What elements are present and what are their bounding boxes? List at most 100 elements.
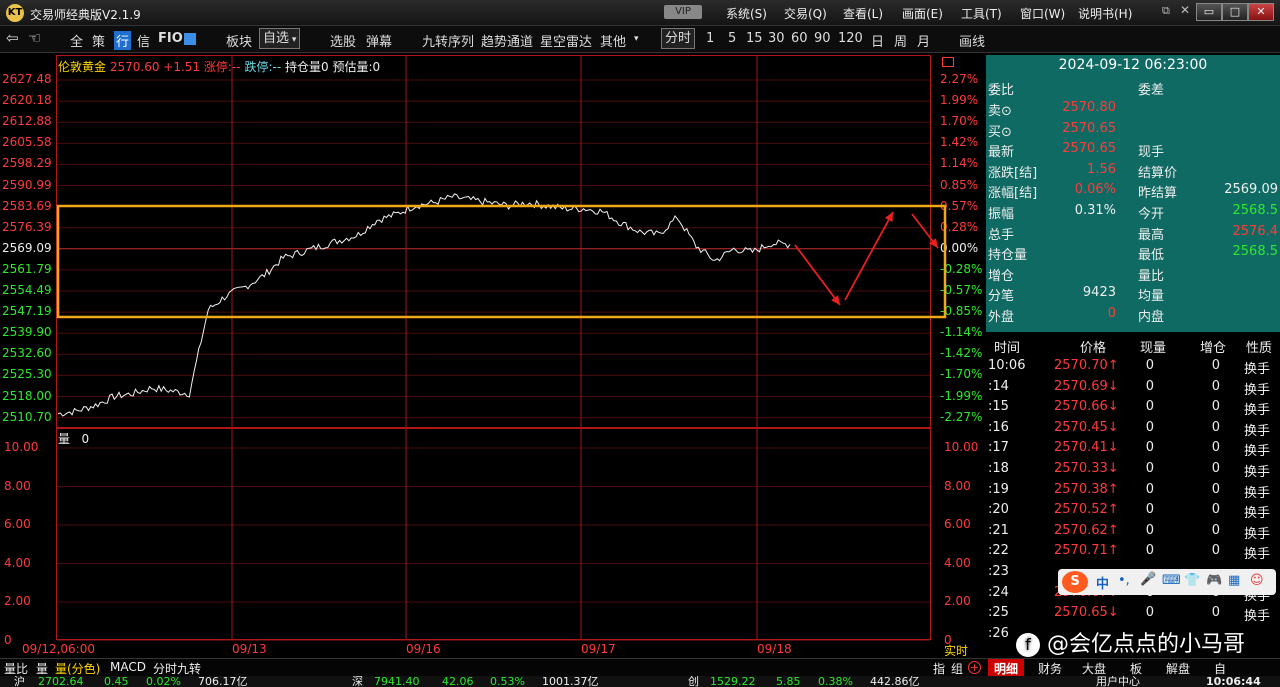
trade-cell-t: :19	[988, 481, 1009, 497]
quote-row: 分笔 9423 均量	[986, 285, 1280, 305]
quote-value: 1.56	[1087, 161, 1116, 177]
trade-cell-q: 0	[1145, 543, 1154, 559]
quote-key: 外盘	[988, 310, 1015, 325]
quote-key: 涨跌[结]	[988, 165, 1038, 181]
quote-value: 0.31%	[1074, 203, 1116, 218]
tab-volume[interactable]: 量	[36, 660, 48, 677]
trade-cell-t: :18	[988, 461, 1009, 476]
punct-icon[interactable]: •,	[1118, 573, 1130, 588]
trade-row: :17 2570.41↓ 0 0 换手	[986, 440, 1280, 460]
indicator-button[interactable]: 指	[933, 660, 945, 677]
trade-cell-z: 0	[1211, 378, 1220, 394]
watermark-logo-icon: f	[1016, 633, 1040, 657]
quote-key-2: 内盘	[1138, 310, 1165, 325]
tab-market[interactable]: 大盘	[1082, 660, 1106, 677]
bottom-tabs: 量比 量 量(分色) MACD 分时九转 指 组 + 明细 财务 大盘 板 解盘…	[0, 658, 1280, 676]
tab-analysis[interactable]: 解盘	[1166, 660, 1190, 677]
annotation-arrow-down-head	[831, 295, 840, 305]
tab-nine-turn[interactable]: 分时九转	[153, 660, 201, 677]
quote-key: 振幅	[988, 207, 1015, 222]
quote-value-2: 2569.09	[1224, 182, 1278, 198]
trade-row: :15 2570.66↓ 0 0 换手	[986, 399, 1280, 419]
trade-cell-t: :22	[988, 543, 1009, 559]
trade-cell-p: 2570.65↓	[1054, 605, 1119, 621]
sogou-logo-icon[interactable]: S	[1062, 571, 1088, 593]
quote-key: 分笔	[988, 289, 1015, 305]
game-icon[interactable]: 🎮	[1206, 573, 1222, 588]
trade-cell-p: 2570.45↓	[1054, 419, 1119, 435]
quote-key-2: 最低	[1138, 248, 1165, 264]
trade-cell-x: 换手	[1244, 423, 1271, 439]
trade-cell-z: 0	[1211, 461, 1220, 476]
quote-key: 买⊙	[988, 124, 1012, 140]
trade-cell-z: 0	[1211, 399, 1220, 415]
trade-cell-x: 换手	[1244, 362, 1271, 377]
tab-macd[interactable]: MACD	[110, 660, 146, 674]
trade-cell-p: 2570.70↑	[1054, 358, 1119, 373]
user-center-link[interactable]: 用户中心	[1096, 676, 1140, 687]
ime-mode[interactable]: 中	[1096, 573, 1109, 592]
trade-cell-z: 0	[1211, 502, 1220, 518]
quote-key-2: 昨结算	[1138, 186, 1178, 202]
trade-cell-t: :24	[988, 584, 1009, 600]
trade-row: 10:06 2570.70↑ 0 0 换手	[986, 358, 1280, 378]
quote-row: 涨跌[结] 1.56 结算价	[986, 162, 1280, 182]
mic-icon[interactable]: 🎤	[1140, 572, 1156, 587]
tab-detail[interactable]: 明细	[988, 659, 1025, 676]
bid-diff-label: 委差	[1138, 83, 1165, 98]
trades-header-cell: 价格	[1080, 341, 1107, 356]
quote-row: 持仓量 最低 2568.5	[986, 244, 1280, 264]
trade-row: :21 2570.62↑ 0 0 换手	[986, 523, 1280, 543]
quote-datetime: 2024-09-12 06:23:00	[1058, 57, 1208, 73]
quote-row: 总手 最高 2576.4	[986, 224, 1280, 244]
grid-icon[interactable]: ▦	[1228, 573, 1240, 588]
index-sz-pct: 0.53%	[490, 676, 525, 687]
quote-key: 增仓	[988, 268, 1015, 284]
avatar-icon[interactable]: ☺	[1250, 573, 1264, 588]
bid-ratio-label: 委比	[988, 83, 1015, 98]
trade-cell-x: 换手	[1244, 382, 1271, 398]
quote-value-2: 2568.5	[1232, 203, 1279, 218]
trade-cell-p: 2570.71↑	[1054, 543, 1119, 559]
group-button[interactable]: 组	[951, 660, 963, 677]
quote-value: 0	[1107, 306, 1116, 321]
trade-row: :14 2570.69↓ 0 0 换手	[986, 379, 1280, 399]
ime-toolbar[interactable]: S 中 •, 🎤 ⌨ 👕 🎮 ▦ ☺	[1058, 569, 1276, 595]
trade-cell-q: 0	[1145, 461, 1154, 476]
quote-key: 涨幅[结]	[988, 186, 1038, 202]
tab-self[interactable]: 自	[1214, 660, 1226, 677]
index-sh-name: 沪	[14, 676, 25, 687]
tab-volume-color[interactable]: 量(分色)	[55, 660, 100, 677]
quote-value: 2570.65	[1062, 141, 1116, 157]
annotation-arrow-down	[794, 244, 841, 306]
quote-value: 2570.80	[1062, 100, 1116, 115]
trade-cell-z: 0	[1211, 605, 1220, 621]
tab-volume-ratio[interactable]: 量比	[4, 660, 28, 677]
add-icon[interactable]: +	[968, 661, 981, 674]
tab-sector[interactable]: 板	[1130, 660, 1142, 677]
trade-cell-q: 0	[1145, 440, 1154, 456]
shirt-icon[interactable]: 👕	[1184, 573, 1200, 588]
trade-cell-p: 2570.52↑	[1054, 502, 1119, 518]
index-sz-amount: 1001.37亿	[542, 676, 599, 687]
index-sz-value: 7941.40	[374, 676, 420, 687]
trade-cell-p: 2570.69↓	[1054, 378, 1119, 394]
quote-row: 买⊙ 2570.65	[986, 121, 1280, 141]
consolidation-box	[56, 204, 947, 319]
trade-detail-panel: 时间 价格 现量 增仓 性质 10:06 2570.70↑ 0 0 换手:14 2570.69↓ 0 0…	[986, 334, 1280, 658]
keyboard-icon[interactable]: ⌨	[1162, 573, 1181, 588]
quote-key-2: 现手	[1138, 145, 1165, 161]
trade-row: :19 2570.38↑ 0 0 换手	[986, 482, 1280, 502]
trade-cell-x: 换手	[1244, 403, 1271, 419]
trade-cell-z: 0	[1211, 440, 1220, 456]
trade-cell-z: 0	[1211, 543, 1220, 559]
annotation-arrow-up	[844, 211, 894, 301]
quote-row: 振幅 0.31% 今开 2568.5	[986, 203, 1280, 223]
tab-finance[interactable]: 财务	[1038, 660, 1062, 677]
trade-cell-p: 2570.38↑	[1054, 481, 1119, 497]
trade-cell-q: 0	[1145, 419, 1154, 435]
index-sz-name: 深	[352, 676, 363, 687]
trade-cell-t: :15	[988, 399, 1009, 415]
trade-cell-q: 0	[1145, 502, 1154, 518]
quote-key-2: 量比	[1138, 268, 1165, 284]
